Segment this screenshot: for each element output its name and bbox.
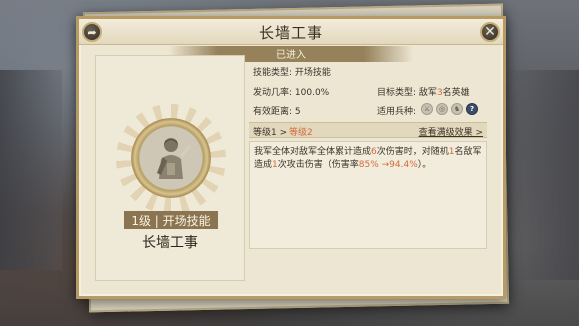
desc-part-4: 次攻击伤害（伤害率: [277, 160, 359, 170]
close-button[interactable]: ✕: [480, 22, 500, 42]
skill-icon-pane: 1级 | 开场技能 长墙工事: [95, 55, 245, 281]
background-right-sidebar: [509, 70, 579, 280]
desc-part-2: 次伤害时，对随机: [376, 147, 449, 157]
skill-type-label: 技能类型:: [253, 68, 293, 78]
skill-medal-icon: [131, 118, 211, 198]
skill-type-value: 开场技能: [294, 68, 331, 78]
skill-description: 我军全体对敌军全体累计造成6次伤害时，对随机1名敌军造成1次攻击伤害（伤害率85…: [254, 146, 482, 172]
close-icon: ✕: [484, 24, 496, 40]
target-type-pre: 敌军: [418, 88, 437, 98]
range-label: 有效距离:: [253, 107, 293, 117]
arms-label: 适用兵种:: [377, 107, 417, 117]
desc-part-1: 我军全体对敌军全体累计造成: [254, 147, 372, 157]
target-type-row: 目标类型: 敌军3名英雄: [377, 85, 470, 98]
target-type-post: 名英雄: [442, 88, 470, 98]
description-box: 我军全体对敌军全体累计造成6次伤害时，对随机1名敌军造成1次攻击伤害（伤害率85…: [249, 141, 487, 249]
skill-name: 长墙工事: [142, 235, 198, 251]
title-bar: ➦ 长墙工事 ✕: [79, 19, 503, 45]
skill-level-badge: 1级 | 开场技能: [124, 211, 218, 229]
skill-detail-panel: ➦ 长墙工事 ✕ 已进入 1级 | 开场技能 长墙工事 技能类型: 开场技能 发…: [76, 16, 506, 299]
trigger-rate-row: 发动几率: 100.0%: [253, 85, 329, 98]
trigger-rate-value: 100.0%: [294, 88, 330, 98]
target-type-label: 目标类型:: [377, 88, 417, 98]
level-to: 等级2: [289, 128, 313, 138]
panel-title: 长墙工事: [258, 24, 323, 42]
sword-icon[interactable]: ⚔: [421, 103, 433, 115]
desc-num-4: 85% →94.4%: [358, 160, 418, 170]
range-value: 5: [294, 107, 301, 117]
soldier-icon: [157, 138, 191, 179]
upgrade-bar: 等级1 > 等级2 查看满级效果 >: [249, 122, 487, 138]
view-max-level-link[interactable]: 查看满级效果 >: [419, 125, 483, 138]
question-icon[interactable]: ?: [466, 103, 478, 115]
desc-part-5: ）。: [417, 160, 432, 170]
bow-icon[interactable]: ◎: [436, 103, 448, 115]
skill-info-pane: 技能类型: 开场技能 发动几率: 100.0% 目标类型: 敌军3名英雄 有效距…: [249, 55, 487, 281]
skill-type-row: 技能类型: 开场技能: [253, 65, 331, 78]
level-from: 等级1 >: [253, 128, 288, 138]
horse-icon[interactable]: ♞: [451, 103, 463, 115]
arms-row: 适用兵种:: [377, 104, 416, 117]
trigger-rate-label: 发动几率:: [253, 88, 293, 98]
arms-icons: ⚔ ◎ ♞ ?: [421, 103, 478, 115]
range-row: 有效距离: 5: [253, 104, 301, 117]
background-left-sidebar: [0, 70, 62, 270]
